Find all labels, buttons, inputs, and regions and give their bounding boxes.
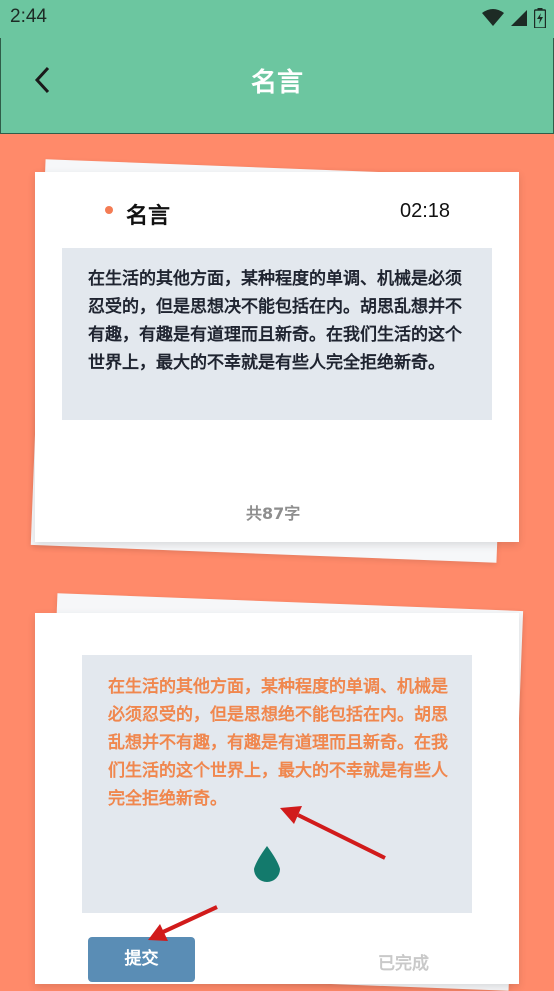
- status-time: 2:44: [10, 6, 47, 27]
- timer: 02:18: [400, 200, 451, 222]
- wifi-icon: [482, 9, 504, 26]
- page-title: 名言: [250, 68, 303, 98]
- typed-text: 在生活的其他方面，某种程度的单调、机械是必须忍受的，但是思想绝不能包括在内。胡思…: [108, 677, 448, 809]
- battery-icon: [534, 8, 546, 28]
- status-icons: [482, 7, 546, 29]
- char-count: 共87字: [246, 504, 301, 523]
- quote-text-box: 在生活的其他方面，某种程度的单调、机械是必须忍受的，但是思想决不能包括在内。胡思…: [62, 248, 492, 420]
- title-dot-icon: [105, 206, 113, 214]
- completed-status: 已完成: [378, 954, 429, 974]
- app-bar: 名言: [0, 38, 554, 134]
- signal-icon: [511, 10, 527, 26]
- quote-card-title: 名言: [126, 204, 171, 229]
- submit-button[interactable]: 提交: [88, 937, 195, 982]
- cursor-handle-icon[interactable]: [250, 845, 284, 885]
- quote-text: 在生活的其他方面，某种程度的单调、机械是必须忍受的，但是思想决不能包括在内。胡思…: [88, 269, 462, 373]
- status-bar: 2:44: [0, 0, 554, 38]
